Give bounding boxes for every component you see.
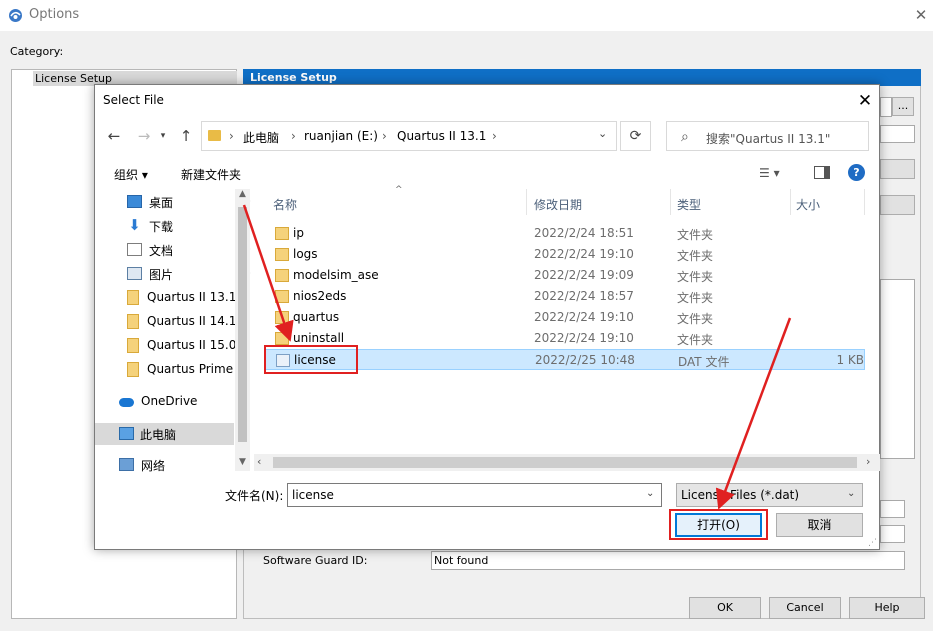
annotation-arrow-1 <box>242 204 294 342</box>
annotation-arrows <box>242 204 792 510</box>
annotation-arrow-2 <box>715 317 792 510</box>
